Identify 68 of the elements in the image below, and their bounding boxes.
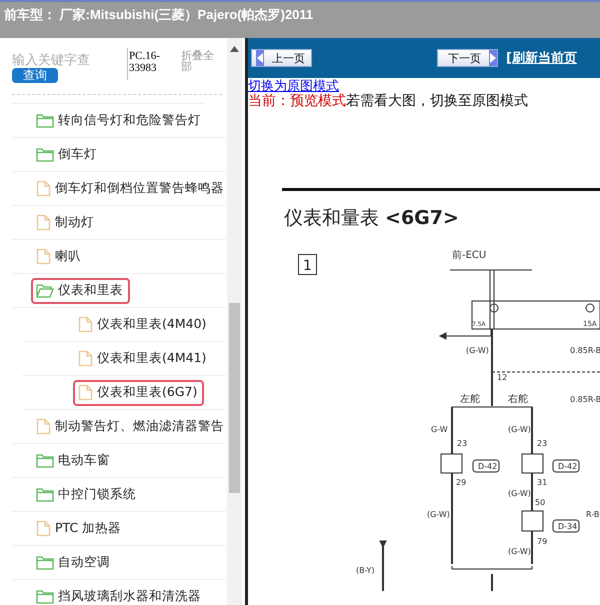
tree-item[interactable]: 仪表和里表 xyxy=(31,278,130,304)
file-icon xyxy=(36,520,51,537)
file-icon xyxy=(78,350,93,367)
diagram-label: 23 xyxy=(537,439,548,448)
diagram-label: 23 xyxy=(457,439,468,448)
diagram-label: 79 xyxy=(537,537,548,546)
folder-icon xyxy=(36,113,54,128)
diagram-label: (G-W) xyxy=(466,346,489,355)
tree-item[interactable]: PTC 加热器 xyxy=(31,516,128,542)
diagram-label: D-42 xyxy=(478,462,498,471)
mode-hint: 若需看大图，切换至原图模式 xyxy=(346,93,528,109)
file-icon xyxy=(36,180,51,197)
tree-item[interactable]: 制动警告灯、燃油滤清器警告 xyxy=(31,414,226,440)
tree-item[interactable]: 仪表和里表(6G7) xyxy=(73,380,204,406)
tree-item[interactable]: 仪表和里表(4M41) xyxy=(73,346,214,372)
diagram-label: (B-Y) xyxy=(356,566,375,575)
tree-item[interactable]: 喇叭 xyxy=(31,244,88,270)
document-heading: 仪表和量表 <6G7> xyxy=(284,206,460,231)
document-code: PC.16-33983 xyxy=(129,50,161,74)
file-icon xyxy=(36,248,51,265)
file-icon xyxy=(78,316,93,333)
right-arrow-icon xyxy=(489,50,497,66)
search-field[interactable]: 输入关键字查 xyxy=(12,50,122,68)
folder-icon xyxy=(36,453,54,468)
diagram-label: 前-ECU xyxy=(452,250,486,261)
vehicle-title: 前车型： 厂家:Mitsubishi(三菱）Pajero(帕杰罗)2011 xyxy=(4,6,314,24)
folder-icon xyxy=(36,555,54,570)
folder-icon xyxy=(36,589,54,604)
file-icon xyxy=(36,418,51,435)
folder-icon xyxy=(36,147,54,162)
diagram-label: (G-W) xyxy=(508,489,531,498)
previous-page-button[interactable]: 上一页 xyxy=(251,49,312,67)
file-icon xyxy=(36,214,51,231)
folder-icon xyxy=(36,487,54,502)
scroll-up-icon[interactable] xyxy=(230,46,239,52)
tree-item[interactable]: 中控门锁系统 xyxy=(31,482,143,508)
scroll-thumb[interactable] xyxy=(229,303,240,493)
number-box: 1 xyxy=(298,254,317,275)
diagram-label: (G-W) xyxy=(427,510,450,519)
file-icon xyxy=(78,384,93,401)
tree-item[interactable]: 电动车窗 xyxy=(31,448,117,474)
diagram-label: 右舵 xyxy=(508,394,528,405)
diagram-label: D-34 xyxy=(558,522,578,531)
search-button[interactable]: 查询 xyxy=(12,68,58,83)
tree-item[interactable]: 挡风玻璃刮水器和清洗器 xyxy=(31,584,208,605)
tree-item[interactable]: 倒车灯 xyxy=(31,142,104,168)
diagram-label: (G-W) xyxy=(508,547,531,556)
diagram-label: 29 xyxy=(456,478,466,487)
open-folder-icon xyxy=(36,283,54,298)
tree-item[interactable]: 转向信号灯和危险警告灯 xyxy=(31,108,208,134)
diagram-label: 31 xyxy=(537,478,548,487)
diagram-label: (G-W) xyxy=(508,425,531,434)
diagram-label: 50 xyxy=(535,498,546,507)
scrollbar[interactable] xyxy=(227,38,242,605)
tree-item[interactable]: 倒车灯和倒档位置警告蜂鸣器 xyxy=(31,176,226,202)
tree-item[interactable]: 制动灯 xyxy=(31,210,101,236)
tree-item[interactable]: 自动空调 xyxy=(31,550,117,576)
diagram-label: 左舵 xyxy=(460,394,480,405)
diagram-label: D-42 xyxy=(558,462,578,471)
current-mode-label: 当前：预览模式 xyxy=(248,93,346,109)
switch-mode-link[interactable]: 切换为原图模式 xyxy=(248,79,339,94)
diagram-label: 12 xyxy=(497,373,508,382)
diagram-label: R-B xyxy=(586,510,600,519)
next-page-button[interactable]: 下一页 xyxy=(437,49,498,67)
diagram-label: G-W xyxy=(431,425,448,434)
refresh-page-link[interactable]: [刷新当前页 xyxy=(506,49,577,67)
tree-item[interactable]: 仪表和里表(4M40) xyxy=(73,312,214,338)
left-arrow-icon xyxy=(256,50,264,66)
